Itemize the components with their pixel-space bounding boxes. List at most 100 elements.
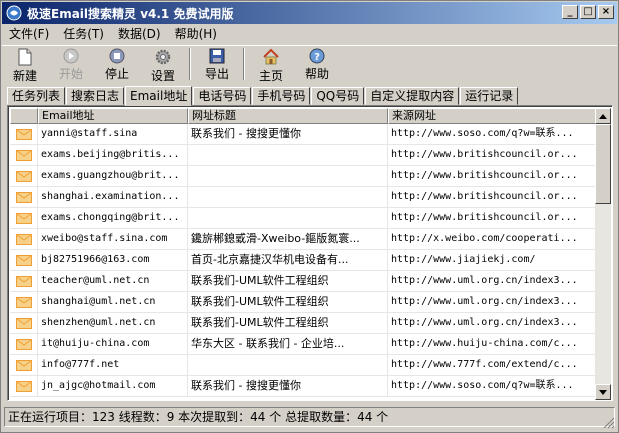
tab-mobile[interactable]: 手机号码 [252, 87, 311, 105]
resize-grip-icon[interactable] [603, 417, 615, 429]
table-row[interactable]: exams.chongqing@brit... http://www.britis… [10, 208, 596, 229]
table-row[interactable]: bj82751966@163.com 首页-北京嘉捷汉华机电设备有... http:… [10, 250, 596, 271]
scroll-down-button[interactable] [595, 384, 611, 400]
source-url-cell: http://www.uml.org.cn/index3... [388, 271, 596, 292]
column-header-email[interactable]: Email地址 [38, 108, 188, 124]
source-url-cell: http://www.britishcouncil.or... [388, 208, 596, 229]
column-header-title[interactable]: 网址标题 [188, 108, 388, 124]
envelope-icon [15, 318, 32, 329]
tab-custom-extract[interactable]: 自定义提取内容 [365, 87, 460, 105]
menu-task[interactable]: 任务(T) [56, 25, 111, 43]
email-address-cell: exams.beijing@britis... [38, 145, 188, 166]
tab-task-list[interactable]: 任务列表 [7, 87, 66, 105]
email-cell-icon [10, 166, 38, 187]
email-cell-icon [10, 208, 38, 229]
tab-phone[interactable]: 电话号码 [193, 87, 252, 105]
envelope-icon [15, 234, 32, 245]
column-header-source[interactable]: 来源网址 [388, 108, 596, 124]
table-row[interactable]: it@huiju-china.com 华东大区 - 联系我们 - 企业培... ht… [10, 334, 596, 355]
table-row[interactable]: yanni@staff.sina 联系我们 - 搜搜更懂你 http://www.s… [10, 124, 596, 145]
page-title-cell: 联系我们 - 搜搜更懂你 [188, 376, 388, 397]
help-button[interactable]: ? 帮助 [294, 46, 340, 82]
tab-search-log[interactable]: 搜索日志 [66, 87, 125, 105]
tab-qq[interactable]: QQ号码 [311, 87, 365, 105]
gear-icon [153, 48, 173, 66]
table-row[interactable]: jn_ajgc@hotmail.com 联系我们 - 搜搜更懂你 http://ww… [10, 376, 596, 397]
table-header: Email地址 网址标题 来源网址 [10, 108, 596, 124]
email-address-cell: jn_ajgc@hotmail.com [38, 376, 188, 397]
new-button[interactable]: 新建 [2, 46, 48, 83]
home-icon [261, 48, 281, 66]
envelope-icon [15, 297, 32, 308]
email-cell-icon [10, 187, 38, 208]
title-bar[interactable]: 极速Email搜索精灵 v4.1 免费试用版 _ □ × [2, 2, 617, 24]
save-disk-icon [207, 48, 227, 64]
export-label: 导出 [204, 67, 229, 81]
email-cell-icon [10, 334, 38, 355]
stop-button[interactable]: 停止 [94, 46, 140, 82]
table-body: yanni@staff.sina 联系我们 - 搜搜更懂你 http://www.s… [10, 124, 596, 400]
page-title-cell [188, 355, 388, 376]
page-title-cell [188, 187, 388, 208]
settings-label: 设置 [150, 69, 175, 83]
table-row[interactable]: shanghai.examination... http://www.britis… [10, 187, 596, 208]
toolbar-separator [189, 48, 191, 80]
home-button[interactable]: 主页 [248, 46, 294, 83]
table-row[interactable]: info@777f.net http://www.777f.com/extend/… [10, 355, 596, 376]
page-title-cell: 联系我们-UML软件工程组织 [188, 292, 388, 313]
envelope-icon [15, 339, 32, 350]
source-url-cell: http://www.soso.com/q?w=联系... [388, 376, 596, 397]
toolbar: 新建 开始 停止 设置 导出 主页 ? 帮助 [2, 45, 617, 83]
envelope-icon [15, 171, 32, 182]
vertical-scrollbar[interactable] [595, 108, 611, 400]
column-header-icon[interactable] [10, 108, 38, 124]
email-table: Email地址 网址标题 来源网址 yanni@staff.sina 联系我们 -… [7, 105, 613, 401]
toolbar-separator [243, 48, 245, 80]
menu-help[interactable]: 帮助(H) [168, 25, 224, 43]
page-title-cell: 联系我们-UML软件工程组织 [188, 271, 388, 292]
page-title-cell: 鑱旂郴鎴戜滑-Xweibo-鏂版氮寰... [188, 229, 388, 250]
source-url-cell: http://www.uml.org.cn/index3... [388, 313, 596, 334]
tab-email[interactable]: Email地址 [125, 86, 193, 106]
arrow-up-icon [599, 113, 607, 119]
envelope-icon [15, 276, 32, 287]
tab-run-log[interactable]: 运行记录 [460, 87, 519, 105]
email-address-cell: yanni@staff.sina [38, 124, 188, 145]
help-label: 帮助 [304, 67, 329, 81]
close-button[interactable]: × [598, 5, 614, 19]
table-row[interactable]: teacher@uml.net.cn 联系我们-UML软件工程组织 http://w… [10, 271, 596, 292]
email-cell-icon [10, 124, 38, 145]
source-url-cell: http://www.huiju-china.com/c... [388, 334, 596, 355]
home-label: 主页 [258, 69, 283, 83]
table-row[interactable]: exams.guangzhou@brit... http://www.britis… [10, 166, 596, 187]
email-cell-icon [10, 355, 38, 376]
table-row[interactable]: xweibo@staff.sina.com 鑱旂郴鎴戜滑-Xweibo-鏂版氮寰.… [10, 229, 596, 250]
export-button[interactable]: 导出 [194, 46, 240, 82]
tab-strip: 任务列表 搜索日志 Email地址 电话号码 手机号码 QQ号码 自定义提取内容… [7, 85, 519, 106]
email-address-cell: shanghai@uml.net.cn [38, 292, 188, 313]
email-address-cell: exams.chongqing@brit... [38, 208, 188, 229]
envelope-icon [15, 192, 32, 203]
page-title-cell [188, 166, 388, 187]
menu-file[interactable]: 文件(F) [2, 25, 56, 43]
table-row[interactable]: shenzhen@uml.net.cn 联系我们-UML软件工程组织 http://… [10, 313, 596, 334]
maximize-button[interactable]: □ [580, 5, 596, 19]
source-url-cell: http://www.uml.org.cn/index3... [388, 292, 596, 313]
play-icon [61, 48, 81, 64]
menu-data[interactable]: 数据(D) [111, 25, 168, 43]
email-address-cell: shanghai.examination... [38, 187, 188, 208]
app-window: 极速Email搜索精灵 v4.1 免费试用版 _ □ × 文件(F) 任务(T)… [0, 0, 619, 433]
minimize-button[interactable]: _ [562, 5, 578, 19]
scroll-up-button[interactable] [595, 108, 611, 124]
table-row[interactable]: exams.beijing@britis... http://www.britis… [10, 145, 596, 166]
source-url-cell: http://x.weibo.com/cooperati... [388, 229, 596, 250]
table-row[interactable]: shanghai@uml.net.cn 联系我们-UML软件工程组织 http://… [10, 292, 596, 313]
source-url-cell: http://www.777f.com/extend/c... [388, 355, 596, 376]
app-icon [6, 5, 22, 21]
start-button[interactable]: 开始 [48, 46, 94, 82]
settings-button[interactable]: 设置 [140, 46, 186, 83]
email-address-cell: xweibo@staff.sina.com [38, 229, 188, 250]
scroll-thumb[interactable] [595, 124, 611, 204]
email-cell-icon [10, 271, 38, 292]
email-cell-icon [10, 313, 38, 334]
